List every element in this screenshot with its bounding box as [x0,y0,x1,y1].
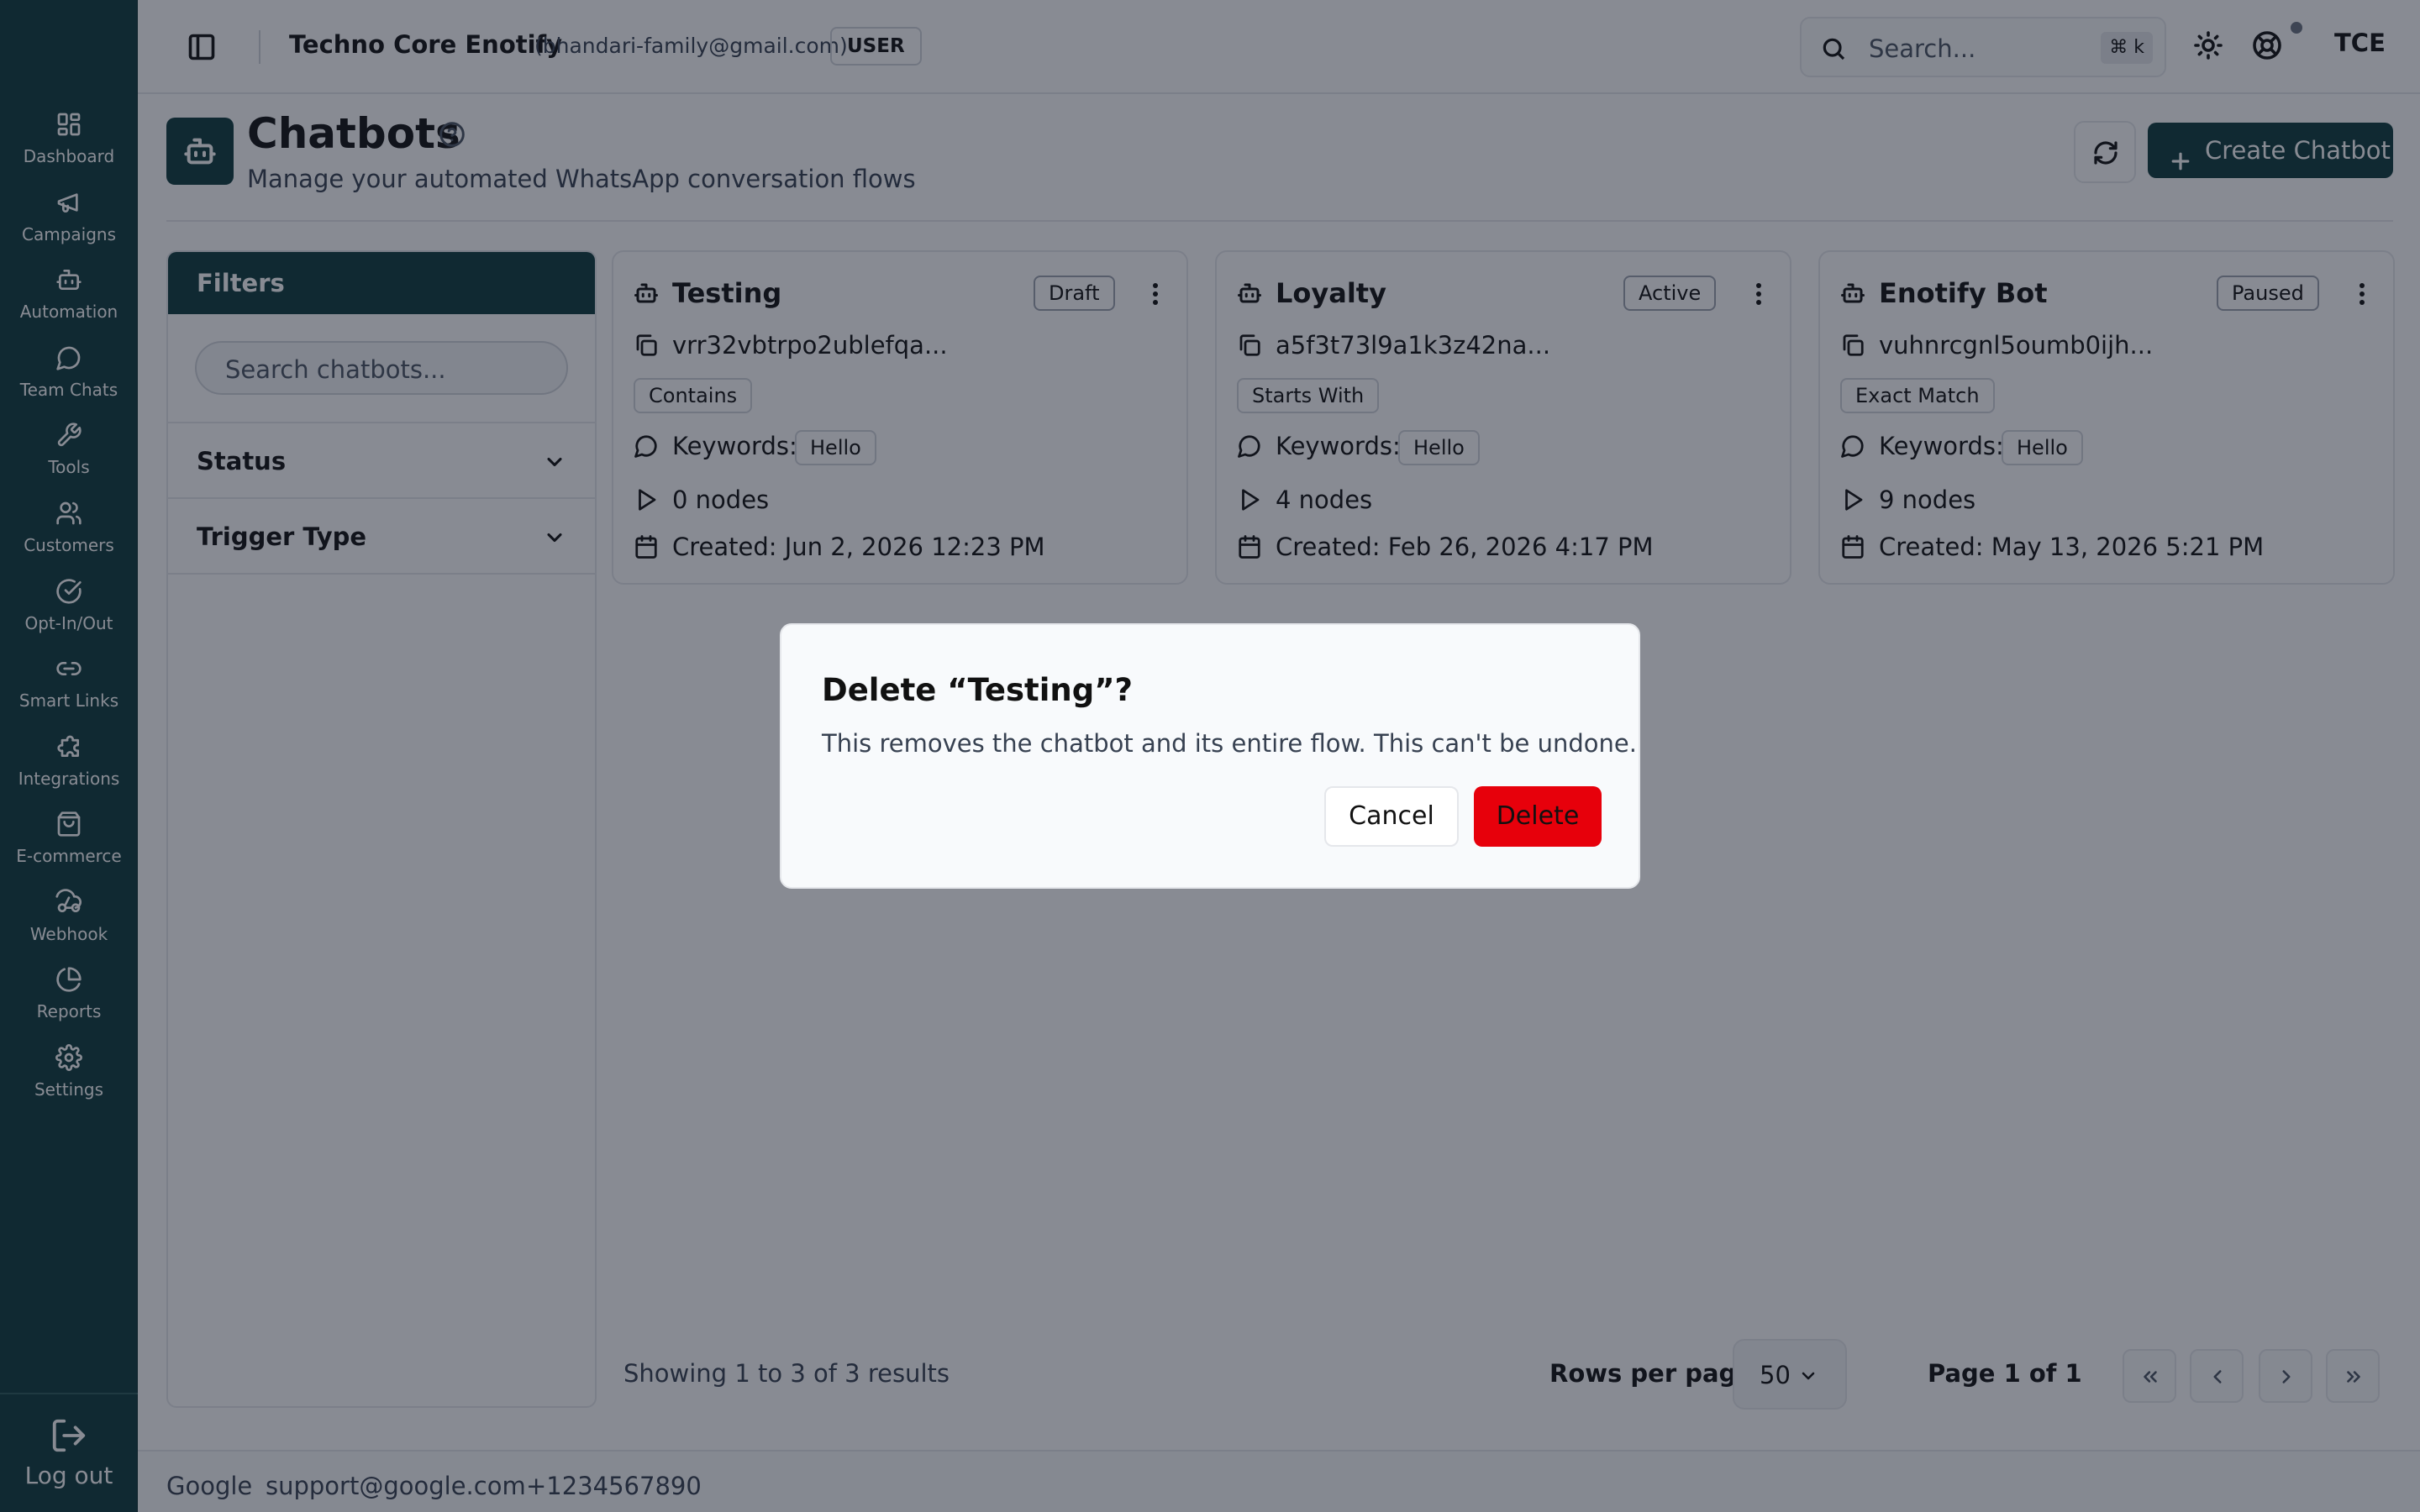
dialog-title: Delete “Testing”? [822,672,1133,708]
delete-button[interactable]: Delete [1474,786,1602,847]
cancel-button[interactable]: Cancel [1324,786,1459,847]
dialog-description: This removes the chatbot and its entire … [822,729,1637,758]
delete-confirm-dialog: Delete “Testing”? This removes the chatb… [780,623,1640,889]
